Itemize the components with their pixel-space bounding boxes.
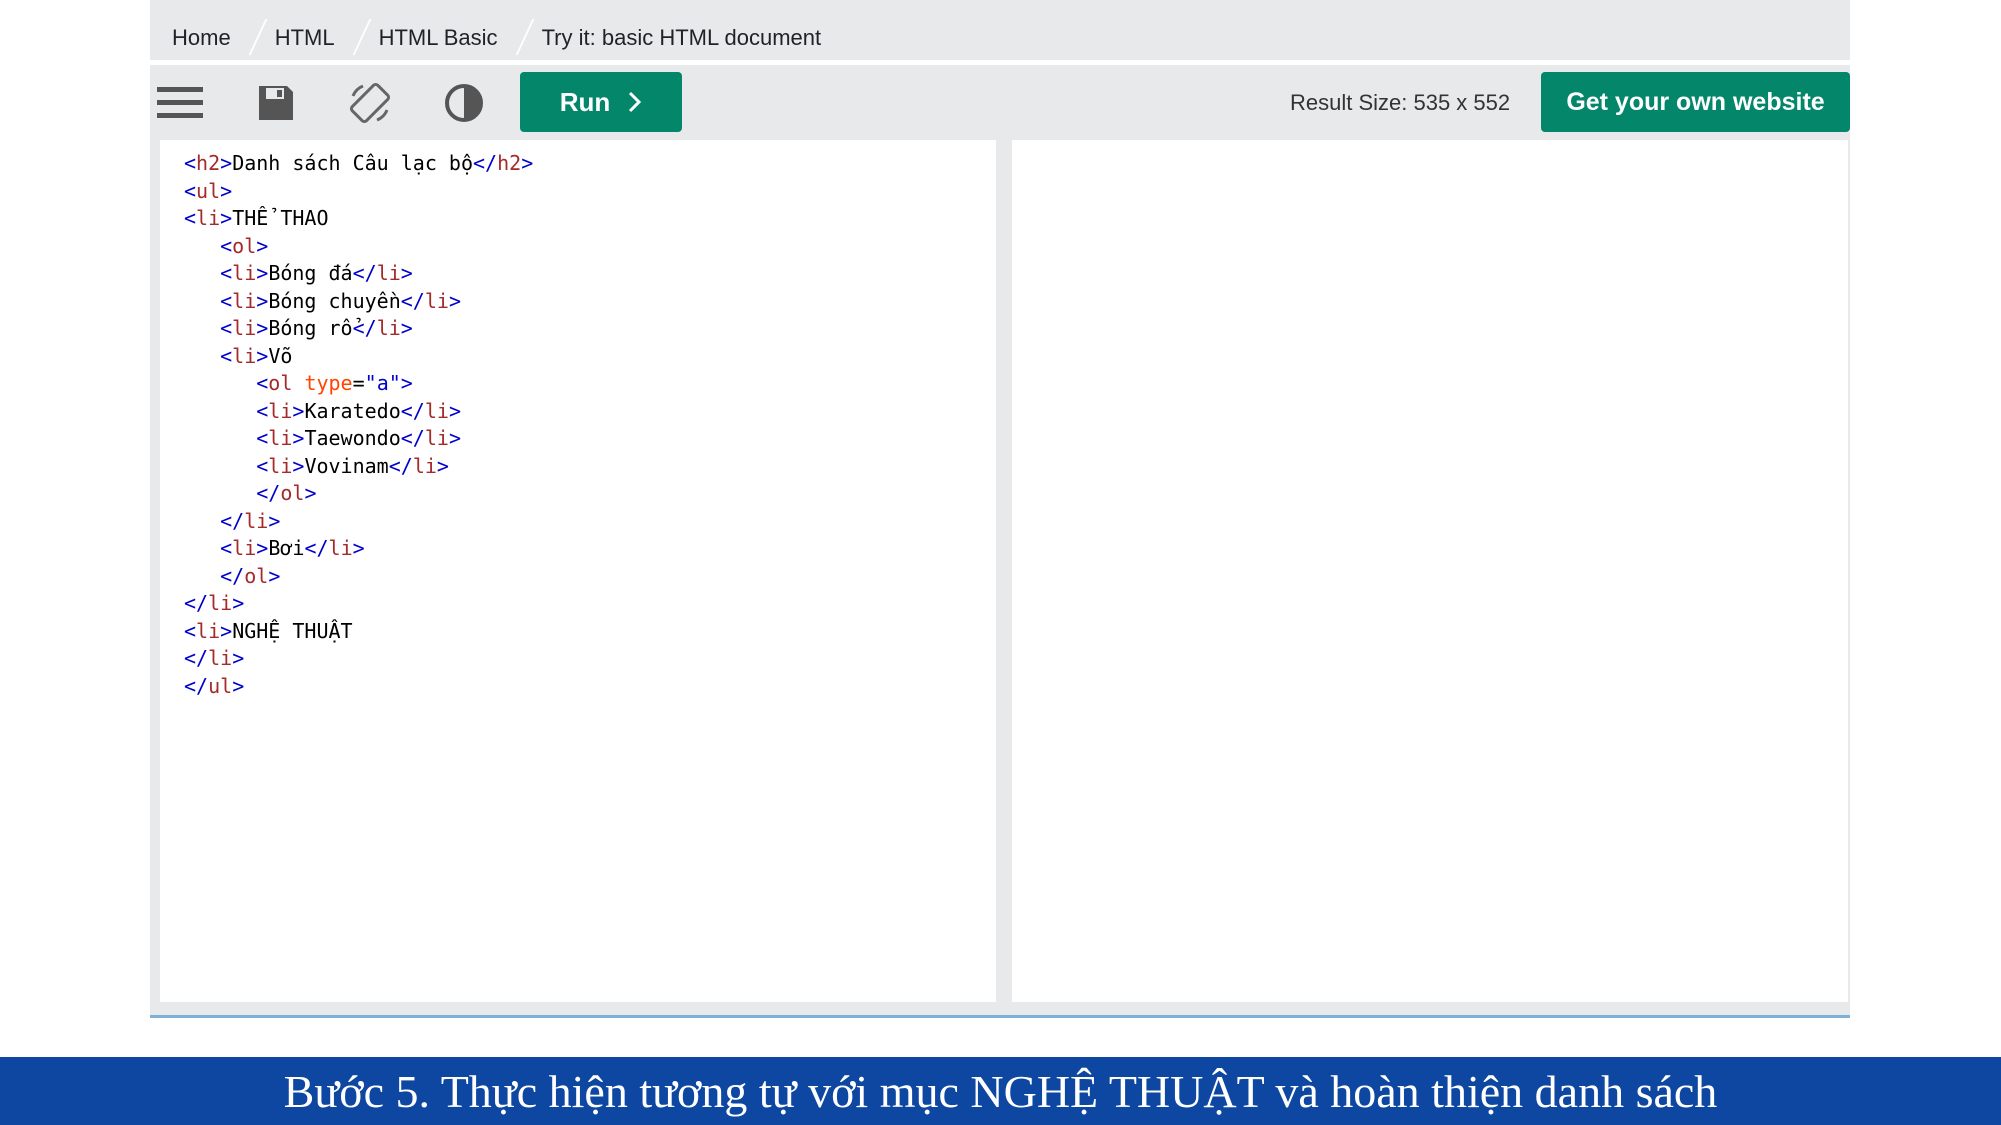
rotate-icon[interactable] <box>346 80 394 126</box>
chevron-right-icon <box>629 91 642 113</box>
code-editor[interactable]: <h2>Danh sách Câu lạc bộ</h2> <ul> <li>T… <box>160 140 996 1002</box>
breadcrumb: Home HTML HTML Basic Try it: basic HTML … <box>150 0 1850 60</box>
result-size-label: Result Size: 535 x 552 <box>1290 90 1511 115</box>
code-line: <li>NGHỆ THUẬT <box>184 618 353 643</box>
code-line: </li> <box>220 508 281 533</box>
breadcrumb-item-home[interactable]: Home <box>150 25 253 51</box>
code-line: </li> <box>184 646 245 670</box>
run-button[interactable]: Run <box>520 72 682 132</box>
code-line: <li>Taewondo</li> <box>256 426 461 450</box>
code-line: <li>Bóng chuyền</li> <box>220 288 461 313</box>
code-line: </ol> <box>256 481 317 505</box>
code-line: </ol> <box>220 563 281 588</box>
breadcrumb-item-html-basic[interactable]: HTML Basic <box>357 25 520 51</box>
result-frame[interactable] <box>1012 140 1848 1002</box>
code-line: <ul> <box>184 178 233 203</box>
code-line: <li>THỂ THAO <box>184 206 329 230</box>
code-line: <li>Võ <box>220 343 293 368</box>
contrast-icon[interactable] <box>440 80 488 126</box>
code-line: <li>Karatedo</li> <box>256 398 461 423</box>
code-line: <li>Bơi</li> <box>220 536 365 560</box>
breadcrumb-item-current: Try it: basic HTML document <box>541 25 822 50</box>
editor-toolbar: Run Result Size: 535 x 552 Get your own … <box>150 65 1850 140</box>
run-button-label: Run <box>559 86 611 117</box>
breadcrumb-trail: Home HTML HTML Basic Try it: basic HTML … <box>150 18 843 58</box>
code-line: </ul> <box>184 673 245 698</box>
step-caption: Bước 5. Thực hiện tương tự với mục NGHỆ … <box>0 1057 2001 1125</box>
get-your-own-website-button[interactable]: Get your own website <box>1541 72 1850 132</box>
menu-icon[interactable] <box>156 80 204 126</box>
editor-panels: <h2>Danh sách Câu lạc bộ</h2> <ul> <li>T… <box>150 140 1850 1017</box>
code-line: <li>Vovinam</li> <box>256 453 449 478</box>
code-line: <ol> <box>220 233 269 258</box>
code-line: </li> <box>184 591 245 615</box>
code-line: <ol type="a"> <box>256 371 413 395</box>
code-line: <li>Bóng rổ</li> <box>220 316 413 340</box>
code-content[interactable]: <h2>Danh sách Câu lạc bộ</h2> <ul> <li>T… <box>184 150 533 700</box>
step-caption-text: Bước 5. Thực hiện tương tự với mục NGHỆ … <box>283 1065 1718 1117</box>
breadcrumb-item-html[interactable]: HTML <box>253 25 357 51</box>
divider <box>150 1015 1850 1018</box>
code-line: <h2>Danh sách Câu lạc bộ</h2> <box>184 151 534 175</box>
code-line: <li>Bóng đá</li> <box>220 261 413 285</box>
save-icon[interactable] <box>252 80 300 126</box>
